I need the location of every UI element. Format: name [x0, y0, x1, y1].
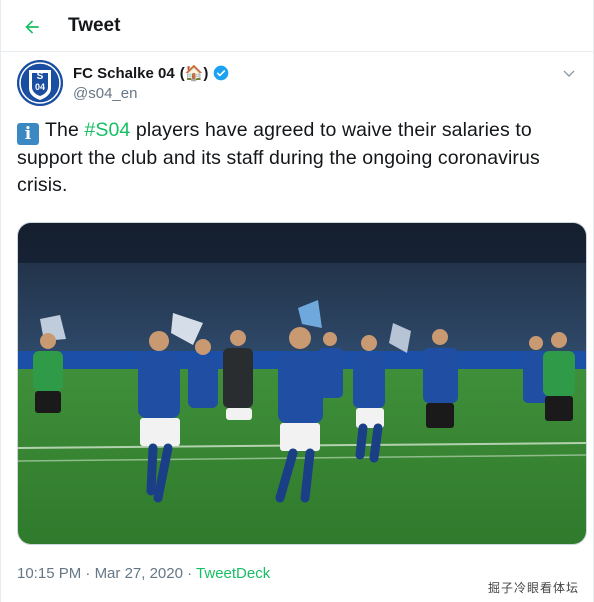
- tweet-text-start: The: [45, 119, 85, 141]
- verified-badge-icon: [214, 65, 229, 81]
- tweet-author: S 04 FC Schalke 04 (🏠) @s04_en: [17, 60, 577, 110]
- display-name[interactable]: FC Schalke 04: [73, 65, 175, 82]
- back-button[interactable]: [17, 12, 47, 42]
- hashtag-link[interactable]: #S04: [84, 119, 130, 141]
- tweet-meta: 10:15 PM · Mar 27, 2020 · TweetDeck: [17, 565, 270, 582]
- avatar[interactable]: S 04: [17, 60, 63, 106]
- tweet-time[interactable]: 10:15 PM: [17, 565, 81, 582]
- display-name-row: FC Schalke 04 (🏠): [73, 64, 229, 82]
- tweet-page: Tweet S 04 FC Schalke 04 (🏠) @s04_en i T…: [0, 0, 594, 602]
- user-handle[interactable]: @s04_en: [73, 85, 137, 102]
- more-options-button[interactable]: [561, 66, 577, 82]
- tweet-photo[interactable]: [17, 222, 587, 545]
- tweet-source-link[interactable]: TweetDeck: [196, 565, 270, 582]
- name-emoji: (🏠): [179, 65, 209, 82]
- club-crest-icon: S 04: [17, 60, 63, 106]
- page-header: Tweet: [1, 0, 594, 52]
- info-icon: i: [17, 123, 39, 145]
- meta-separator: ·: [85, 565, 91, 582]
- tweet-text: i The #S04 players have agreed to waive t…: [17, 117, 577, 199]
- page-title: Tweet: [68, 15, 121, 36]
- arrow-left-icon: [25, 20, 39, 34]
- stadium-photo: [18, 223, 586, 544]
- svg-text:S: S: [37, 71, 44, 82]
- avatar-text: 04: [35, 82, 45, 92]
- watermark: 掘子冷眼看体坛: [487, 581, 579, 595]
- meta-separator-2: ·: [187, 565, 193, 582]
- chevron-down-icon: [563, 70, 575, 77]
- tweet-date[interactable]: Mar 27, 2020: [95, 565, 183, 582]
